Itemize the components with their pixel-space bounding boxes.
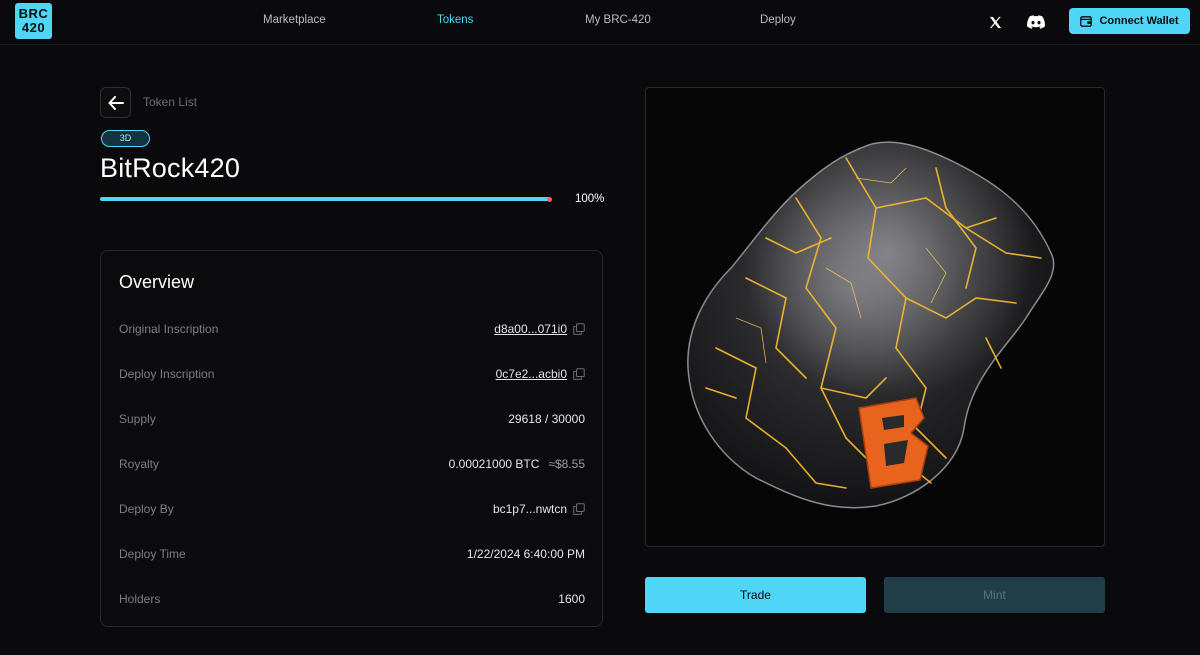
row-deploy-time: Deploy Time 1/22/2024 6:40:00 PM bbox=[119, 544, 585, 564]
deploy-time-label: Deploy Time bbox=[119, 547, 186, 561]
overview-title: Overview bbox=[119, 272, 195, 292]
row-deploy-by: Deploy By bc1p7...nwtcn bbox=[119, 499, 585, 519]
overview-card: Overview Original Inscription d8a00...07… bbox=[100, 250, 603, 627]
nav-deploy[interactable]: Deploy bbox=[760, 14, 796, 26]
row-holders: Holders 1600 bbox=[119, 589, 585, 609]
page-title: BitRock420 bbox=[100, 153, 241, 183]
wallet-icon bbox=[1080, 15, 1093, 27]
nav-tokens[interactable]: Tokens bbox=[437, 14, 473, 26]
top-navbar: BRC 420 Marketplace Tokens My BRC-420 De… bbox=[0, 0, 1200, 45]
trade-button[interactable]: Trade bbox=[645, 577, 866, 613]
row-supply: Supply 29618 / 30000 bbox=[119, 409, 585, 429]
supply-label: Supply bbox=[119, 412, 156, 426]
row-original-inscription: Original Inscription d8a00...071i0 bbox=[119, 319, 585, 339]
deploy-by-address: bc1p7...nwtcn bbox=[492, 502, 567, 516]
royalty-value: 0.00021000 BTC bbox=[448, 457, 540, 471]
logo-line-1: BRC bbox=[18, 6, 49, 21]
original-inscription-label: Original Inscription bbox=[119, 322, 219, 336]
discord-icon[interactable] bbox=[1026, 12, 1046, 32]
mint-progress-fill bbox=[100, 196, 552, 202]
token-type-badge: 3D bbox=[101, 130, 150, 147]
b-logo bbox=[858, 397, 929, 489]
royalty-label: Royalty bbox=[119, 457, 160, 471]
connect-wallet-label: Connect Wallet bbox=[1099, 15, 1179, 27]
logo-line-2: 420 bbox=[21, 20, 46, 35]
breadcrumb[interactable]: Token List bbox=[143, 95, 197, 109]
supply-value: 29618 / 30000 bbox=[508, 412, 585, 426]
nav-marketplace[interactable]: Marketplace bbox=[263, 14, 326, 26]
arrow-left-icon bbox=[108, 95, 124, 110]
mint-button[interactable]: Mint bbox=[884, 577, 1105, 613]
copy-icon[interactable] bbox=[573, 368, 585, 380]
copy-icon[interactable] bbox=[573, 503, 585, 515]
row-deploy-inscription: Deploy Inscription 0c7e2...acbi0 bbox=[119, 364, 585, 384]
progress-end-dot bbox=[547, 196, 552, 202]
row-royalty: Royalty 0.00021000 BTC ≈$8.55 bbox=[119, 454, 585, 474]
deploy-inscription-link[interactable]: 0c7e2...acbi0 bbox=[496, 367, 567, 381]
back-button[interactable] bbox=[100, 87, 131, 118]
token-preview[interactable] bbox=[645, 87, 1105, 547]
mint-progress-bar bbox=[100, 196, 552, 202]
original-inscription-link[interactable]: d8a00...071i0 bbox=[494, 322, 567, 336]
x-icon[interactable] bbox=[985, 12, 1005, 32]
holders-label: Holders bbox=[119, 592, 161, 606]
deploy-time-value: 1/22/2024 6:40:00 PM bbox=[466, 547, 585, 561]
rock-3d-image bbox=[687, 141, 1055, 509]
copy-icon[interactable] bbox=[573, 323, 585, 335]
deploy-by-label: Deploy By bbox=[119, 502, 174, 516]
royalty-usd: ≈$8.55 bbox=[548, 457, 585, 471]
nav-my-brc420[interactable]: My BRC-420 bbox=[585, 14, 651, 26]
holders-value: 1600 bbox=[558, 592, 585, 606]
mint-progress-label: 100% bbox=[575, 193, 605, 205]
brc420-logo[interactable]: BRC 420 bbox=[15, 3, 52, 39]
deploy-inscription-label: Deploy Inscription bbox=[119, 367, 215, 381]
connect-wallet-button[interactable]: Connect Wallet bbox=[1069, 8, 1190, 34]
